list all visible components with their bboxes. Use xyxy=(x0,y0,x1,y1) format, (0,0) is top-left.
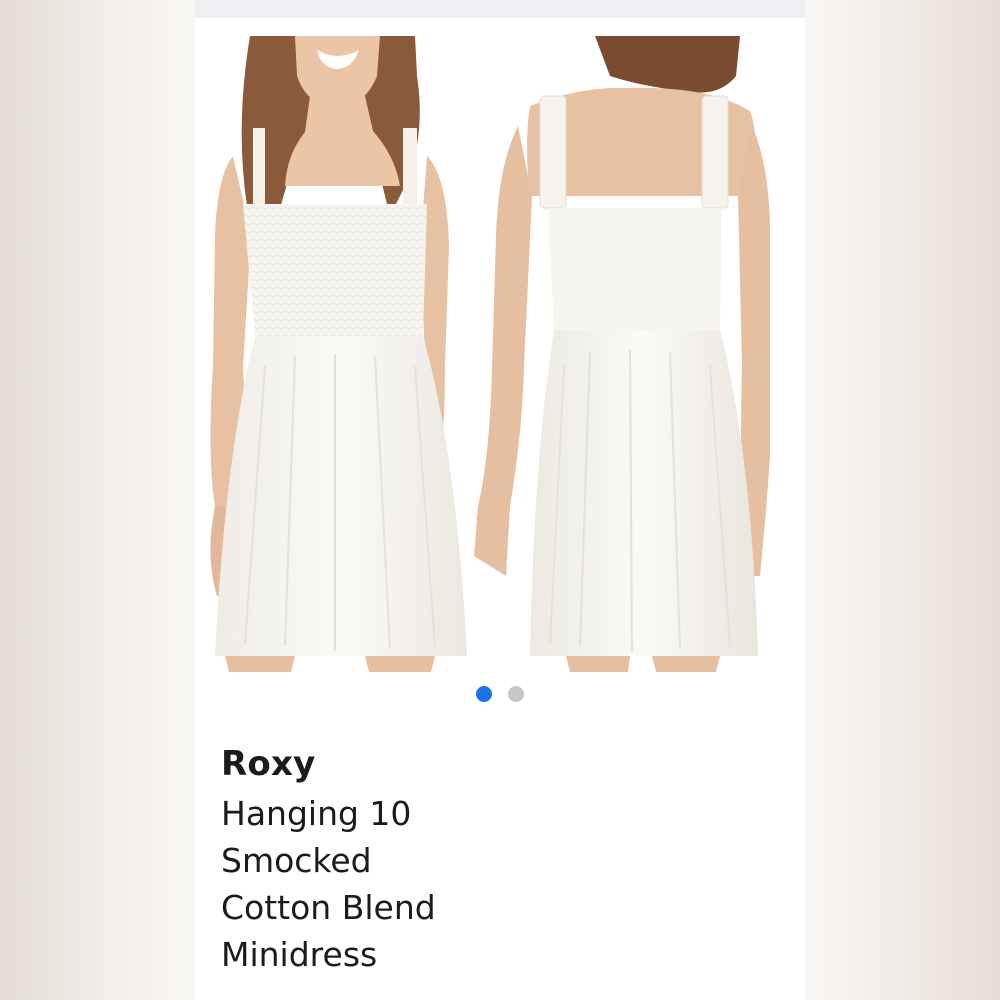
product-image-back[interactable] xyxy=(470,36,770,672)
carousel-pagination xyxy=(195,686,805,702)
brand-name[interactable]: Roxy xyxy=(221,744,315,784)
product-title-line-4[interactable]: Minidress xyxy=(221,935,377,974)
carousel-dot-2[interactable] xyxy=(508,686,524,702)
product-image-carousel[interactable] xyxy=(195,36,805,672)
carousel-dot-1[interactable] xyxy=(476,686,492,702)
product-title-line-1[interactable]: Hanging 10 xyxy=(221,794,411,833)
product-image-front[interactable] xyxy=(195,36,495,672)
product-title-line-2[interactable]: Smocked xyxy=(221,841,372,880)
product-title-line-3[interactable]: Cotton Blend xyxy=(221,888,436,927)
product-card: Roxy Hanging 10 Smocked Cotton Blend Min… xyxy=(195,0,805,1000)
top-bar xyxy=(195,0,805,18)
